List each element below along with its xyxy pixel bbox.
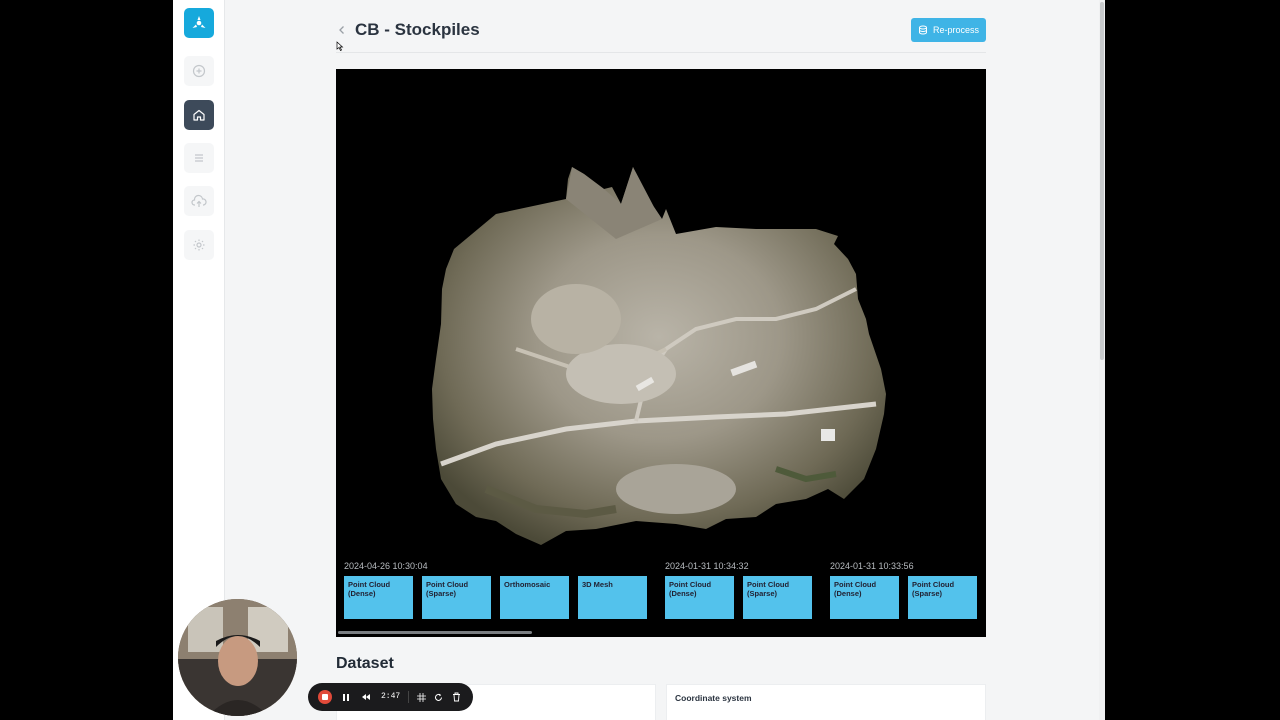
tile-point-cloud-sparse[interactable]: Point Cloud (Sparse) [743, 576, 812, 619]
reprocess-button[interactable]: Re-process [911, 18, 986, 42]
rewind-icon [362, 694, 370, 700]
pause-icon [343, 693, 349, 701]
home-icon [193, 109, 205, 121]
restart-button[interactable] [431, 690, 445, 704]
map-viewer[interactable]: 2024-04-26 10:30:04 Point Cloud (Dense) … [336, 69, 986, 637]
drone-logo-icon [192, 16, 206, 28]
logo-button[interactable] [184, 8, 214, 38]
timeline-scrollbar[interactable] [336, 631, 986, 635]
coordinate-system-card: Coordinate system [666, 684, 986, 720]
list-icon [195, 154, 203, 162]
tile-orthomosaic[interactable]: Orthomosaic [500, 576, 569, 619]
tile-point-cloud-sparse[interactable]: Point Cloud (Sparse) [908, 576, 977, 619]
tile-point-cloud-dense[interactable]: Point Cloud (Dense) [665, 576, 734, 619]
tile-point-cloud-dense[interactable]: Point Cloud (Dense) [344, 576, 413, 619]
recorder-toolbar: 2:47 [308, 683, 473, 711]
page-scroll-thumb[interactable] [1100, 2, 1104, 360]
database-icon [918, 25, 927, 35]
gear-icon [193, 239, 205, 251]
tile-point-cloud-dense[interactable]: Point Cloud (Dense) [830, 576, 899, 619]
stop-recording-button[interactable] [318, 690, 332, 704]
timeline-scroll-thumb[interactable] [338, 631, 532, 634]
sidebar-item-home[interactable] [184, 100, 214, 130]
grid-button[interactable] [414, 690, 428, 704]
mouse-cursor-icon [336, 41, 344, 51]
sidebar-item-list[interactable] [184, 143, 214, 173]
presenter-video-image [178, 599, 297, 716]
recording-time: 2:47 [381, 692, 401, 701]
sidebar-item-upload[interactable] [184, 186, 214, 216]
dataset-heading: Dataset [336, 655, 394, 672]
timeline-date: 2024-04-26 10:30:04 [344, 561, 428, 571]
delete-button[interactable] [449, 690, 463, 704]
rewind-button[interactable] [359, 690, 373, 704]
reprocess-label: Re-process [932, 25, 979, 35]
tile-point-cloud-sparse[interactable]: Point Cloud (Sparse) [422, 576, 491, 619]
pause-button[interactable] [339, 690, 353, 704]
coordinate-system-label: Coordinate system [675, 693, 752, 703]
timeline: 2024-04-26 10:30:04 Point Cloud (Dense) … [336, 559, 986, 637]
timeline-date: 2024-01-31 10:33:56 [830, 561, 914, 571]
grid-icon [416, 692, 426, 702]
tile-3d-mesh[interactable]: 3D Mesh [578, 576, 647, 619]
sidebar-item-settings[interactable] [184, 230, 214, 260]
trash-icon [452, 692, 460, 702]
page-title: CB - Stockpiles [355, 20, 480, 39]
orthomosaic-map-image[interactable] [336, 69, 986, 559]
divider [408, 691, 409, 703]
sidebar-item-add[interactable] [184, 56, 214, 86]
webcam-overlay [178, 599, 297, 716]
plus-circle-icon [192, 64, 206, 78]
app-window: CB - Stockpiles Re-process 2024-04-26 10… [173, 0, 1105, 720]
cloud-upload-icon [191, 194, 207, 207]
timeline-date: 2024-01-31 10:34:32 [665, 561, 749, 571]
restart-icon [434, 693, 442, 701]
page-scrollbar[interactable] [1099, 0, 1105, 720]
page-header: CB - Stockpiles Re-process [336, 14, 986, 53]
back-chevron-icon[interactable] [336, 24, 348, 36]
